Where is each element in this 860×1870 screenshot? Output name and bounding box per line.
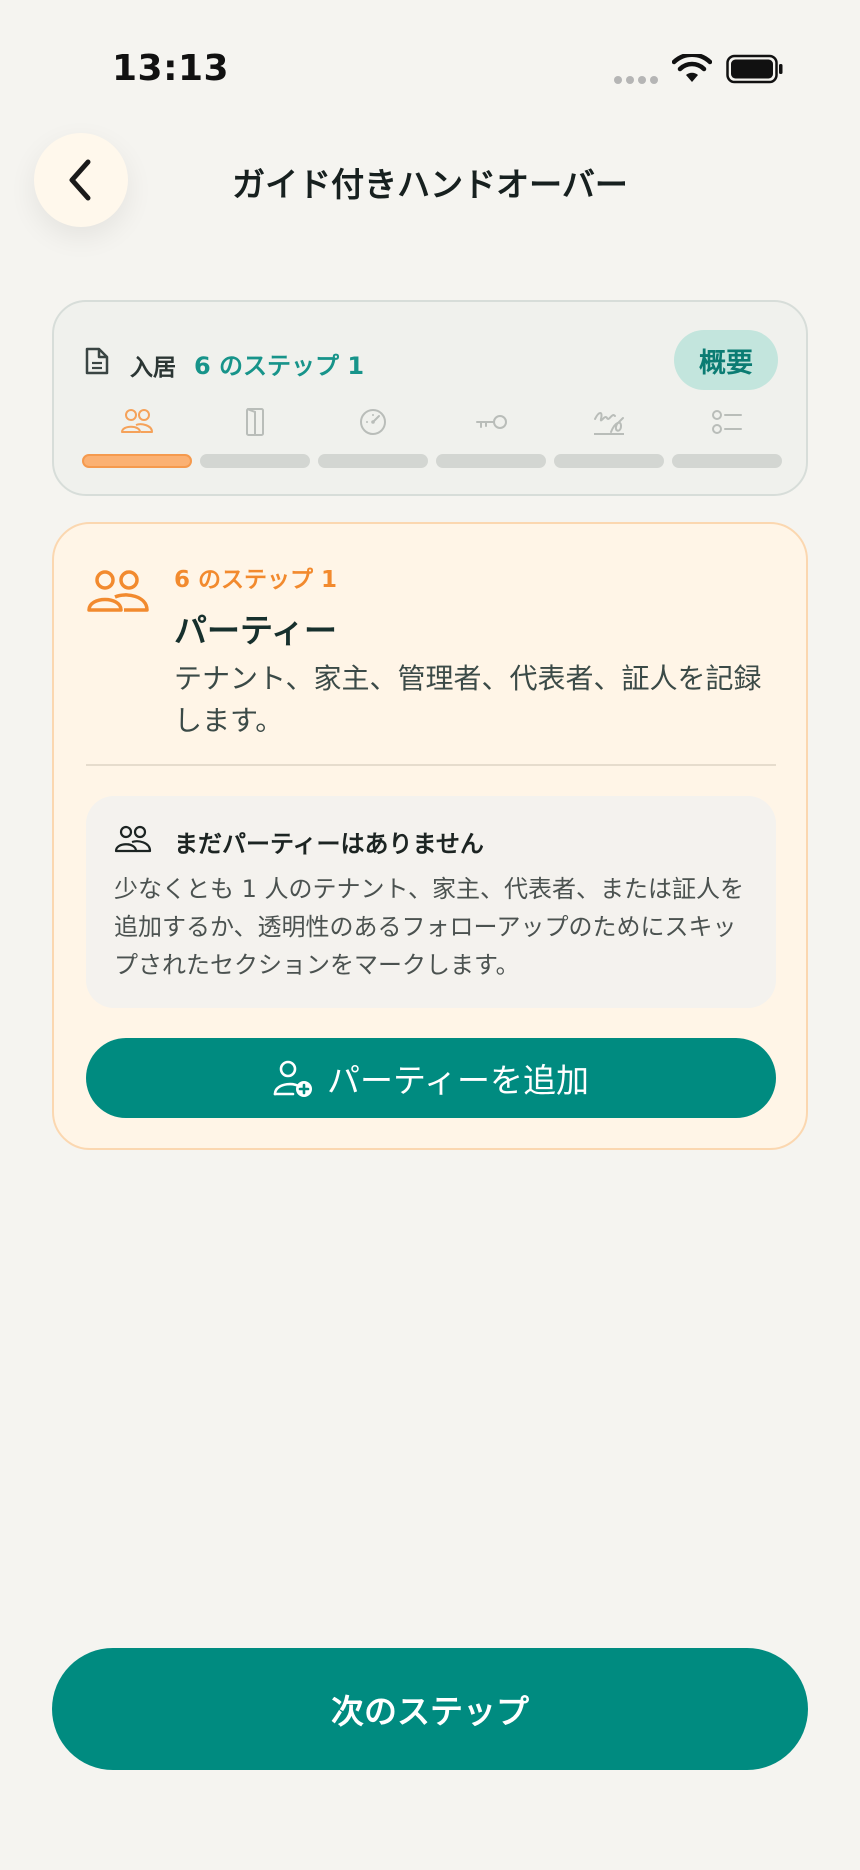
- card-description: テナント、家主、管理者、代表者、証人を記録します。: [174, 662, 762, 737]
- empty-state: まだパーティーはありません 少なくとも 1 人のテナント、家主、代表者、または証…: [86, 796, 776, 1008]
- wifi-icon: [672, 54, 712, 82]
- progress-title: 入居: [130, 355, 176, 381]
- step-rooms[interactable]: [200, 406, 310, 468]
- step-bar: [82, 454, 192, 468]
- step-bar: [672, 454, 782, 468]
- card-title: パーティー: [174, 611, 338, 650]
- page-title: ガイド付きハンドオーバー: [232, 165, 628, 204]
- battery-icon: [726, 54, 783, 84]
- divider: [86, 764, 776, 766]
- step-parties[interactable]: [82, 406, 192, 468]
- step-indicator: [82, 406, 782, 468]
- step-card: 6 のステップ 1 パーティー テナント、家主、管理者、代表者、証人を記録します…: [52, 522, 808, 1150]
- add-party-label: パーティーを追加: [326, 1061, 590, 1100]
- meter-icon: [360, 409, 386, 435]
- signal-dots-icon: [614, 76, 658, 84]
- door-icon: [246, 408, 264, 436]
- people-icon: [121, 409, 153, 433]
- step-bar: [200, 454, 310, 468]
- key-icon: [476, 415, 507, 429]
- step-review[interactable]: [672, 406, 782, 468]
- document-icon: [85, 347, 109, 375]
- step-bar: [436, 454, 546, 468]
- status-bar: 13:13: [0, 0, 860, 130]
- progress-card: 入居 6 のステップ 1 概要: [52, 300, 808, 496]
- empty-state-title: まだパーティーはありません: [174, 830, 484, 858]
- card-step-label: 6 のステップ 1: [174, 567, 338, 593]
- empty-state-body: 少なくとも 1 人のテナント、家主、代表者、または証人を追加するか、透明性のある…: [114, 875, 745, 979]
- people-icon: [114, 825, 152, 853]
- step-keys[interactable]: [436, 406, 546, 468]
- next-step-button[interactable]: 次のステップ: [52, 1648, 808, 1770]
- overview-button[interactable]: 概要: [674, 330, 778, 390]
- step-bar: [318, 454, 428, 468]
- checklist-icon: [712, 410, 742, 434]
- add-party-button[interactable]: パーティーを追加: [86, 1038, 776, 1118]
- step-bar: [554, 454, 664, 468]
- status-time: 13:13: [112, 48, 230, 89]
- add-user-icon: [273, 1060, 312, 1097]
- signature-icon: [594, 412, 624, 435]
- people-icon: [87, 570, 149, 612]
- step-signatures[interactable]: [554, 406, 664, 468]
- progress-step-text: 6 のステップ 1: [194, 352, 365, 380]
- step-meters[interactable]: [318, 406, 428, 468]
